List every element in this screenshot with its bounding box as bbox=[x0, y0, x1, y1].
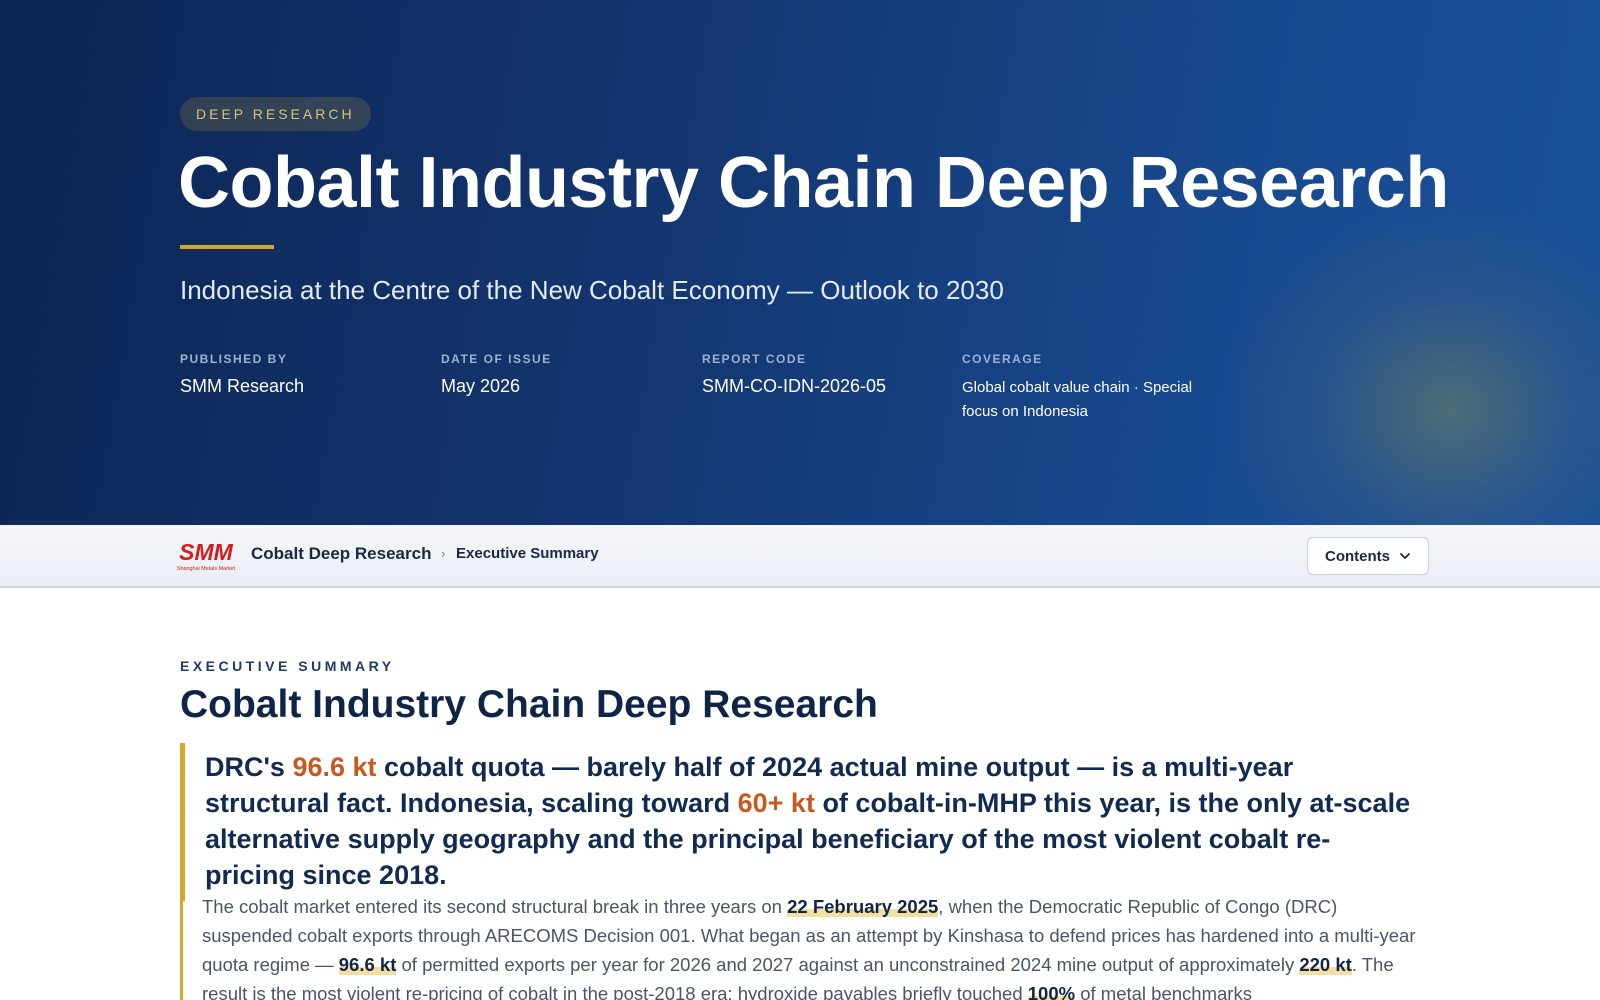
meta-date-of-issue: DATE OF ISSUE May 2026 bbox=[441, 352, 552, 397]
lead-highlight-figure: 96.6 kt bbox=[292, 752, 377, 782]
contents-label: Contents bbox=[1325, 547, 1390, 565]
meta-report-code: REPORT CODE SMM-CO-IDN-2026-05 bbox=[702, 352, 886, 397]
lead-callout: DRC's 96.6 kt cobalt quota — barely half… bbox=[180, 743, 1420, 901]
meta-value: Global cobalt value chain · Special focu… bbox=[962, 379, 1193, 420]
breadcrumb-root-link[interactable]: Cobalt Deep Research bbox=[251, 544, 431, 564]
lead-highlight-figure: 60+ kt bbox=[737, 788, 815, 818]
contents-dropdown-button[interactable]: Contents bbox=[1307, 537, 1429, 575]
logo-wordmark: SMM bbox=[179, 540, 234, 565]
key-figure: 22 February 2025 bbox=[787, 896, 939, 917]
summary-paragraph: The cobalt market entered its second str… bbox=[180, 887, 1420, 1000]
meta-label: REPORT CODE bbox=[702, 352, 807, 366]
category-badge: DEEP RESEARCH bbox=[180, 97, 371, 131]
key-figure: 220 kt bbox=[1299, 954, 1352, 975]
key-figure: 100% bbox=[1027, 983, 1076, 1000]
chevron-down-icon bbox=[1400, 553, 1410, 559]
breadcrumb-current: Executive Summary bbox=[456, 545, 599, 562]
meta-label: COVERAGE bbox=[962, 352, 1043, 366]
meta-value: SMM Research bbox=[180, 376, 305, 396]
key-figure: 96.6 kt bbox=[338, 954, 397, 975]
smm-logo[interactable]: SMM Shanghai Metals Market bbox=[170, 540, 242, 572]
paragraph-text: of permitted exports per year for 2026 a… bbox=[396, 954, 1300, 975]
logo-tagline: Shanghai Metals Market bbox=[177, 566, 236, 572]
hero-banner: DEEP RESEARCH Cobalt Industry Chain Deep… bbox=[0, 0, 1600, 525]
paragraph-text: of metal benchmarks bbox=[1075, 983, 1252, 1000]
meta-value: SMM-CO-IDN-2026-05 bbox=[702, 376, 887, 396]
meta-label: DATE OF ISSUE bbox=[441, 352, 552, 366]
report-title: Cobalt Industry Chain Deep Research bbox=[178, 143, 1449, 223]
meta-value: May 2026 bbox=[441, 376, 521, 396]
breadcrumb-separator-icon: › bbox=[441, 546, 446, 561]
meta-coverage: COVERAGE Global cobalt value chain · Spe… bbox=[962, 352, 1212, 424]
section-eyebrow: EXECUTIVE SUMMARY bbox=[180, 658, 395, 674]
report-subtitle: Indonesia at the Centre of the New Cobal… bbox=[180, 275, 1004, 305]
title-underline bbox=[180, 245, 274, 249]
meta-published-by: PUBLISHED BY SMM Research bbox=[180, 352, 304, 397]
paragraph-text: The cobalt market entered its second str… bbox=[202, 896, 788, 917]
meta-label: PUBLISHED BY bbox=[180, 352, 288, 366]
top-navbar: SMM Shanghai Metals Market Cobalt Deep R… bbox=[0, 525, 1600, 588]
lead-text: DRC's bbox=[205, 752, 293, 782]
section-title: Cobalt Industry Chain Deep Research bbox=[180, 683, 878, 726]
